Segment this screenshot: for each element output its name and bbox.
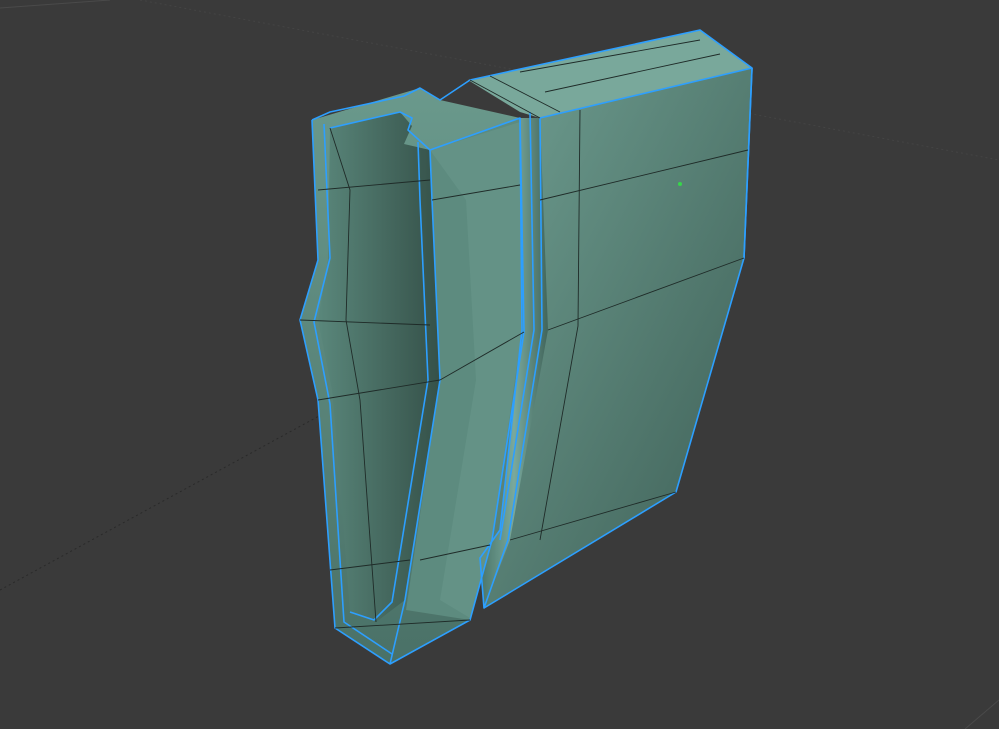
viewport-canvas[interactable]	[0, 0, 999, 729]
object-origin-dot	[678, 182, 682, 186]
axis-line-x	[0, 409, 331, 591]
3d-viewport[interactable]	[0, 0, 999, 729]
mesh-object[interactable]	[299, 29, 753, 665]
